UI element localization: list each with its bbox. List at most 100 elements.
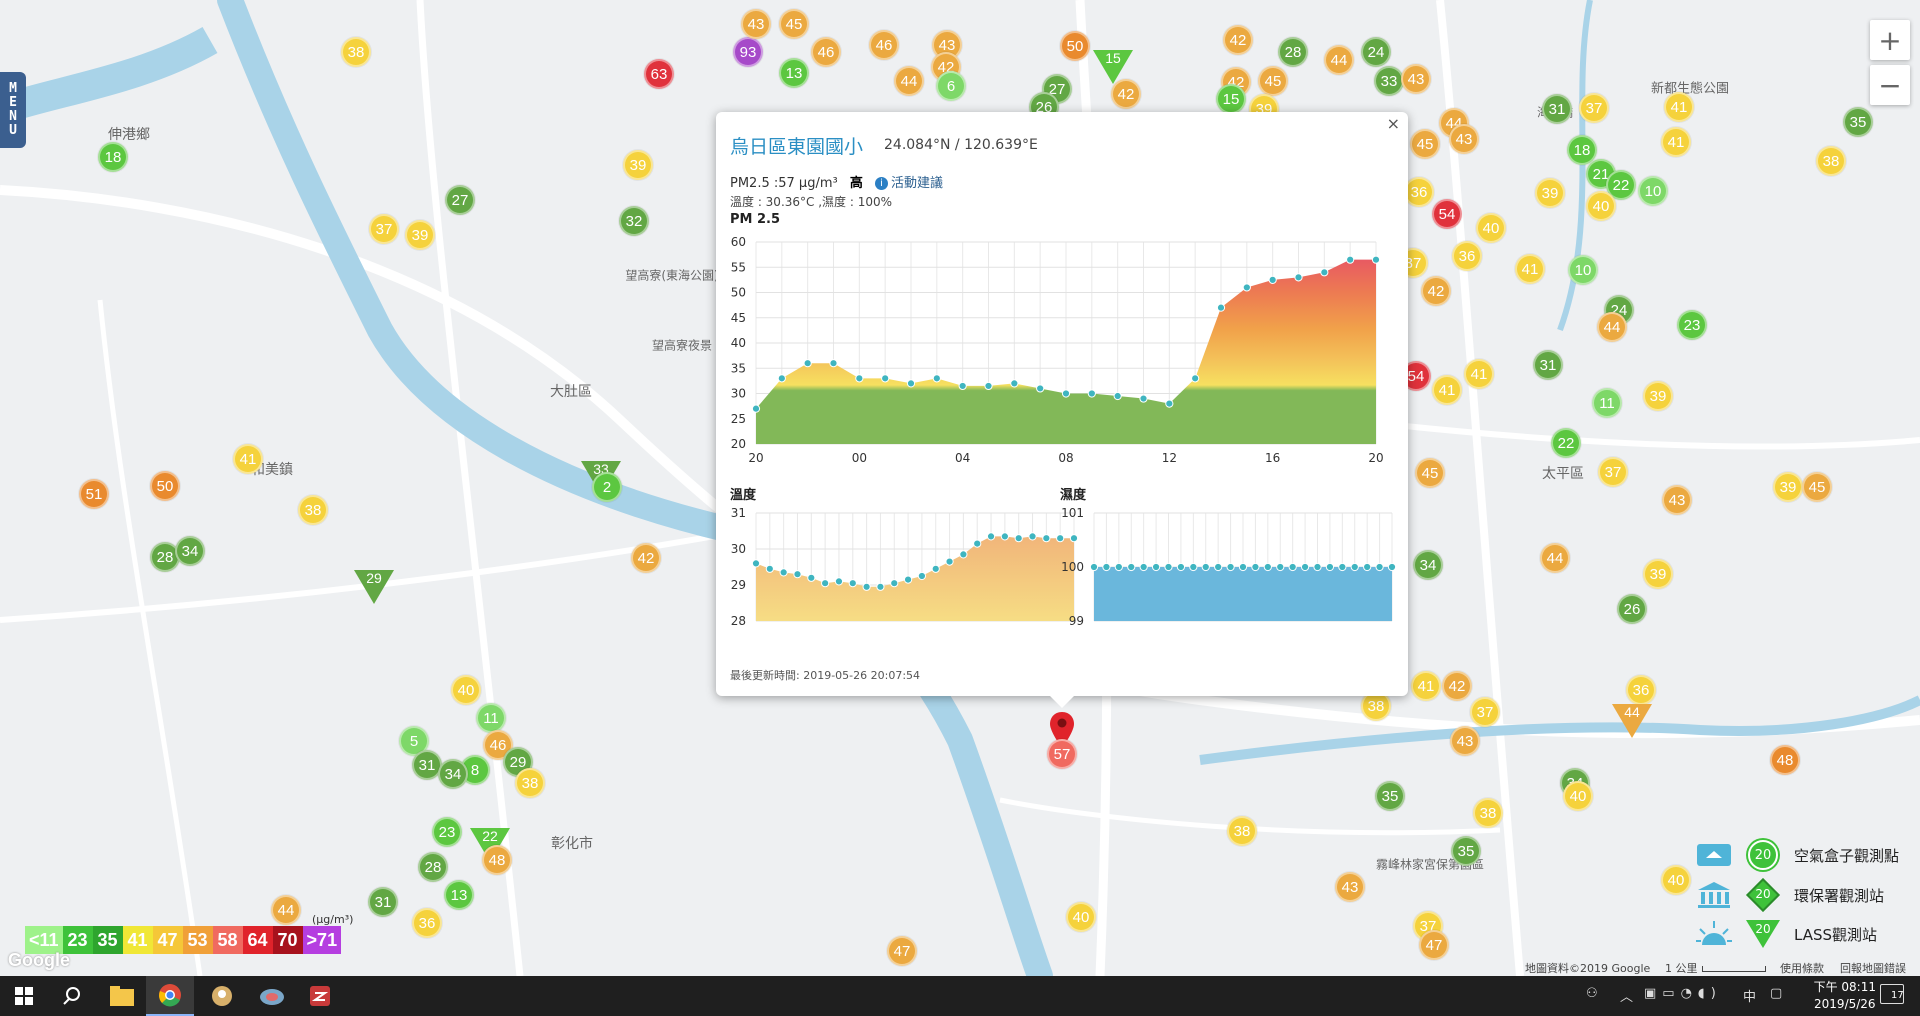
station-marker[interactable]: 45 [1802,472,1832,502]
app-icon[interactable] [198,976,246,1016]
keyboard-icon[interactable]: ▢ [1770,986,1782,1001]
station-marker[interactable]: 22 [1551,428,1581,458]
search-icon[interactable] [48,976,96,1016]
report-map-error-link[interactable]: 回報地圖錯誤 [1840,960,1906,976]
station-marker[interactable]: 11 [476,703,506,733]
station-marker[interactable]: 10 [1568,255,1598,285]
station-marker[interactable]: 24 [1361,37,1391,67]
station-marker[interactable]: 50 [150,471,180,501]
station-marker[interactable]: 46 [869,30,899,60]
station-marker[interactable]: 38 [1816,146,1846,176]
station-marker[interactable]: 37 [1598,457,1628,487]
station-marker[interactable]: 35 [1843,107,1873,137]
station-marker[interactable]: 41 [1432,375,1462,405]
station-marker[interactable]: 40 [1563,781,1593,811]
station-marker[interactable]: 18 [98,142,128,172]
station-marker[interactable]: 13 [444,880,474,910]
station-marker[interactable]: 44 [1540,543,1570,573]
station-marker[interactable]: 34 [438,759,468,789]
station-marker[interactable]: 31 [1533,350,1563,380]
station-marker[interactable]: 41 [1411,671,1441,701]
station-marker[interactable]: 54 [1432,199,1462,229]
station-marker[interactable]: 37 [1470,697,1500,727]
station-marker[interactable]: 35 [1375,781,1405,811]
station-marker[interactable]: 26 [1617,594,1647,624]
station-marker[interactable]: 28 [1278,37,1308,67]
station-marker[interactable]: 48 [482,845,512,875]
station-marker[interactable]: 43 [1662,485,1692,515]
people-icon[interactable]: ⚇ [1586,986,1598,1001]
station-marker[interactable]: 42 [1421,276,1451,306]
station-marker[interactable]: 28 [418,852,448,882]
app-icon[interactable] [248,976,296,1016]
station-marker[interactable]: 39 [1535,178,1565,208]
station-marker[interactable]: 46 [811,37,841,67]
station-marker[interactable]: 37 [369,214,399,244]
menu-button[interactable]: M E N U [0,72,26,148]
station-marker[interactable]: 45 [1415,458,1445,488]
station-marker[interactable]: 38 [1227,816,1257,846]
chrome-icon[interactable] [146,976,194,1016]
station-marker[interactable]: 50 [1060,31,1090,61]
station-marker[interactable]: 38 [298,495,328,525]
station-marker[interactable]: 23 [1677,310,1707,340]
station-marker[interactable]: 2 [592,472,622,502]
station-marker[interactable]: 43 [741,9,771,39]
station-marker[interactable]: 41 [1661,127,1691,157]
station-marker[interactable]: 27 [445,185,475,215]
station-marker[interactable]: 6 [936,71,966,101]
station-marker[interactable]: 47 [1419,930,1449,960]
station-marker[interactable]: 42 [1223,25,1253,55]
station-marker[interactable]: 40 [1661,865,1691,895]
station-marker[interactable]: 41 [1664,92,1694,122]
station-marker[interactable]: 41 [1515,254,1545,284]
station-marker[interactable]: 45 [1258,66,1288,96]
station-marker[interactable]: 45 [1410,129,1440,159]
clock[interactable]: 下午 08:11 2019/5/26 [1814,979,1876,1013]
terms-link[interactable]: 使用條款 [1780,960,1824,976]
station-marker[interactable]: 11 [1592,388,1622,418]
station-marker[interactable]: 43 [1401,64,1431,94]
station-marker[interactable]: 47 [887,936,917,966]
station-marker[interactable]: 36 [1404,177,1434,207]
station-marker[interactable]: 15 [1216,84,1246,114]
station-marker[interactable]: 39 [623,150,653,180]
zoom-out-button[interactable]: − [1870,65,1910,105]
station-marker[interactable]: 40 [451,675,481,705]
station-marker[interactable]: 44 [894,66,924,96]
station-marker[interactable]: 51 [79,479,109,509]
map-canvas[interactable]: 大肚區 彰化市 太平區 和美鎮 伸港鄉 望高寮(東海公園) 望高寮夜景 海天橋 … [0,0,1920,976]
station-marker[interactable]: 39 [1643,559,1673,589]
windows-start-icon[interactable] [0,976,48,1016]
station-marker[interactable]: 35 [1451,836,1481,866]
station-marker[interactable]: 40 [1476,213,1506,243]
station-marker[interactable]: 33 [1374,66,1404,96]
station-marker[interactable]: 45 [779,9,809,39]
station-marker[interactable]: 38 [1473,798,1503,828]
station-marker[interactable]: 10 [1638,176,1668,206]
station-marker[interactable]: 93 [733,37,763,67]
station-marker[interactable]: 43 [1449,124,1479,154]
station-marker[interactable]: 37 [1579,93,1609,123]
station-marker[interactable]: 13 [779,58,809,88]
station-marker[interactable]: 43 [1450,726,1480,756]
station-marker[interactable]: 63 [644,59,674,89]
station-marker[interactable]: 48 [1770,745,1800,775]
station-marker[interactable]: 32 [619,206,649,236]
station-marker[interactable]: 40 [1586,191,1616,221]
station-marker[interactable]: 23 [432,817,462,847]
file-explorer-icon[interactable] [98,976,146,1016]
tray-icons[interactable]: ▣▭◔◖) [1644,986,1722,1001]
station-marker[interactable]: 36 [1626,675,1656,705]
station-marker[interactable]: 39 [1643,381,1673,411]
station-marker[interactable]: 43 [1335,872,1365,902]
chevron-up-icon[interactable]: ︿ [1620,986,1633,1005]
station-marker[interactable]: 40 [1066,902,1096,932]
notification-icon[interactable]: 17 [1880,984,1904,1008]
ime-indicator[interactable]: 中 [1743,986,1756,1005]
station-marker[interactable]: 38 [515,768,545,798]
app-icon[interactable] [296,976,344,1016]
station-marker[interactable]: 42 [1442,671,1472,701]
station-marker[interactable]: 44 [1324,45,1354,75]
station-marker[interactable]: 39 [405,220,435,250]
